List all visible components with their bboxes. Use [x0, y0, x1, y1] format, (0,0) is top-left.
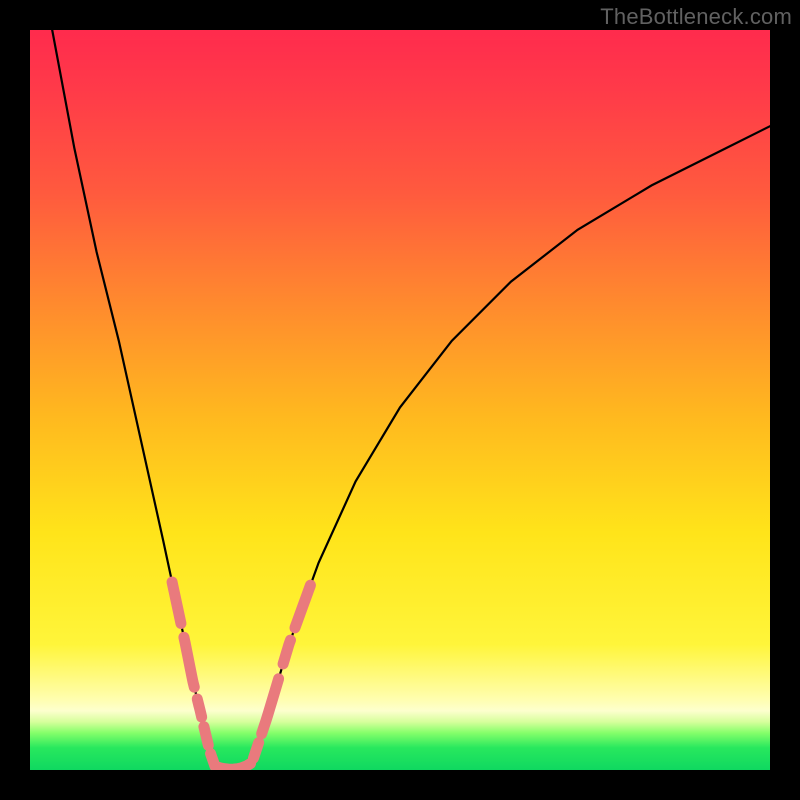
highlight-segment-8: [283, 640, 290, 664]
highlight-segment-5: [216, 763, 250, 769]
highlight-segment-2: [197, 699, 201, 717]
watermark-text: TheBottleneck.com: [600, 4, 792, 30]
curve-svg: [30, 30, 770, 770]
curve-flat-minimum: [215, 763, 252, 770]
highlight-segment-6: [253, 743, 258, 759]
highlight-segment-9: [295, 585, 311, 628]
highlight-segment-1: [184, 637, 194, 687]
plot-area: [30, 30, 770, 770]
highlight-segments: [172, 582, 310, 769]
highlight-segment-0: [172, 582, 181, 623]
chart-frame: TheBottleneck.com: [0, 0, 800, 800]
curve-left-branch: [52, 30, 215, 766]
highlight-segment-4: [211, 754, 215, 767]
highlight-segment-7: [262, 679, 279, 734]
curve-right-branch: [252, 126, 770, 762]
highlight-segment-3: [204, 727, 208, 746]
